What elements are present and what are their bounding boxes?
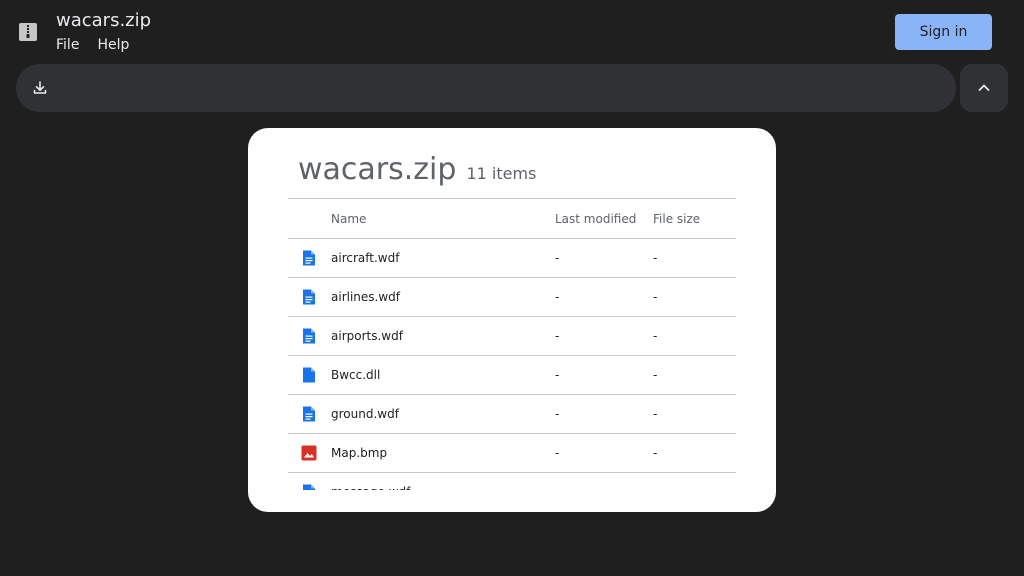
header-file-size[interactable]: File size	[653, 198, 736, 239]
file-size: -	[653, 355, 736, 395]
file-size: -	[653, 316, 736, 356]
file-size: -	[653, 394, 736, 434]
download-icon	[33, 81, 47, 94]
file-size: -	[653, 433, 736, 473]
file-last-modified: -	[555, 316, 653, 356]
file-row[interactable]: airlines.wdf - -	[288, 277, 736, 317]
collapse-button[interactable]	[960, 64, 1008, 112]
document-icon	[288, 327, 331, 345]
file-name[interactable]: aircraft.wdf	[331, 238, 555, 278]
file-last-modified: -	[555, 238, 653, 278]
file-table: Name Last modified File size aircraft.wd…	[288, 198, 736, 490]
file-size: -	[653, 472, 736, 490]
document-icon	[288, 249, 331, 267]
file-rows: aircraft.wdf - - airlines.wdf - - airports.wdf…	[288, 238, 736, 490]
app-header: wacars.zip File Help Sign in	[0, 0, 1024, 64]
file-icon-cell	[288, 277, 331, 317]
file-icon-cell	[288, 433, 331, 473]
file-icon-cell	[288, 355, 331, 395]
file-icon-cell	[288, 394, 331, 434]
menu-file[interactable]: File	[56, 37, 79, 53]
file-list-scroll[interactable]: Name Last modified File size aircraft.wd…	[288, 198, 736, 490]
menu-help[interactable]: Help	[97, 37, 129, 53]
file-last-modified: -	[555, 394, 653, 434]
header-last-modified[interactable]: Last modified	[555, 198, 653, 239]
file-last-modified: -	[555, 277, 653, 317]
header-name[interactable]: Name	[331, 198, 555, 239]
file-last-modified: -	[555, 472, 653, 490]
file-name[interactable]: message.wdf	[331, 472, 555, 490]
file-row[interactable]: aircraft.wdf - -	[288, 238, 736, 278]
file-name[interactable]: airlines.wdf	[331, 277, 555, 317]
image-icon	[288, 444, 331, 462]
archive-contents-card: wacars.zip 11 items Name Last modified F…	[248, 128, 776, 512]
file-size: -	[653, 277, 736, 317]
file-name[interactable]: Bwcc.dll	[331, 355, 555, 395]
archive-toolbar	[16, 64, 956, 112]
file-last-modified: -	[555, 433, 653, 473]
file-icon-cell	[288, 472, 331, 490]
blank-file-icon	[288, 366, 331, 384]
file-size: -	[653, 238, 736, 278]
archive-heading: wacars.zip 11 items	[298, 152, 536, 187]
archive-name: wacars.zip	[298, 152, 457, 187]
file-name[interactable]: ground.wdf	[331, 394, 555, 434]
zip-archive-icon	[19, 23, 37, 41]
file-row[interactable]: Bwcc.dll - -	[288, 355, 736, 395]
item-count: 11 items	[466, 164, 537, 183]
file-icon-cell	[288, 238, 331, 278]
document-icon	[288, 288, 331, 306]
chevron-up-icon	[978, 84, 990, 91]
file-row[interactable]: airports.wdf - -	[288, 316, 736, 356]
sign-in-button[interactable]: Sign in	[895, 14, 992, 50]
table-header-row: Name Last modified File size	[288, 198, 736, 239]
app-title: wacars.zip	[56, 10, 152, 31]
file-icon-cell	[288, 316, 331, 356]
download-button[interactable]	[30, 78, 50, 98]
file-row[interactable]: ground.wdf - -	[288, 394, 736, 434]
header-icon-cell	[288, 198, 331, 239]
document-icon	[288, 405, 331, 423]
document-icon	[288, 483, 331, 490]
file-name[interactable]: Map.bmp	[331, 433, 555, 473]
file-name[interactable]: airports.wdf	[331, 316, 555, 356]
file-row[interactable]: message.wdf--	[288, 472, 736, 490]
menu-bar: File Help	[56, 37, 147, 53]
file-row[interactable]: Map.bmp - -	[288, 433, 736, 473]
file-last-modified: -	[555, 355, 653, 395]
